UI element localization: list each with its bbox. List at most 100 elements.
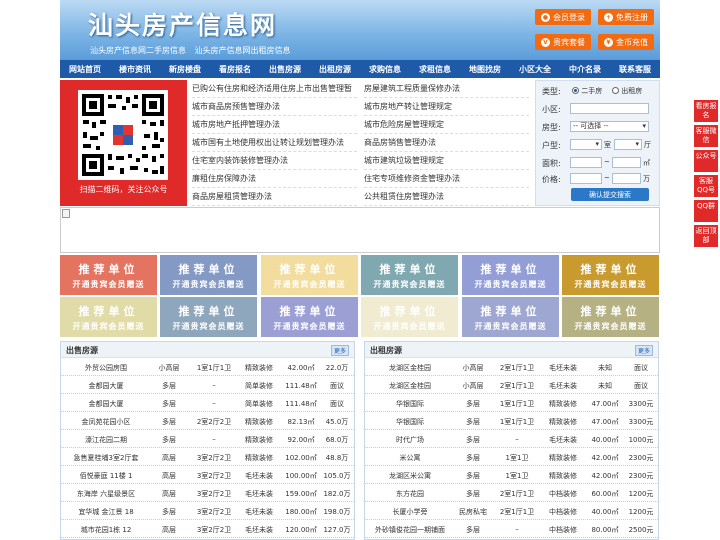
area-max-input[interactable] bbox=[612, 157, 641, 168]
recommended-unit-tile[interactable]: 推荐单位 开通贵宾会员赠送 bbox=[462, 297, 559, 337]
nav-map-search[interactable]: 地图找房 bbox=[460, 60, 510, 78]
policy-link[interactable]: 住宅专项维修资金管理办法 bbox=[364, 170, 529, 188]
more-button[interactable]: 更多 bbox=[330, 345, 349, 356]
nav-wanted-rent[interactable]: 求租信息 bbox=[410, 60, 460, 78]
listing-row[interactable]: 龙湖区金桂园 小高层 2室1厅1卫 毛坯未装 未知 面议 bbox=[365, 359, 658, 376]
coin-recharge-button[interactable]: ¥ 金币充值 bbox=[598, 34, 654, 50]
listing-name[interactable]: 城市花园1栋 12 bbox=[63, 525, 149, 535]
nav-for-rent[interactable]: 出租房源 bbox=[310, 60, 360, 78]
vip-package-button[interactable]: V 贵宾套餐 bbox=[535, 34, 591, 50]
listing-name[interactable]: 佰悦豪庭 11楼 1 bbox=[63, 471, 149, 481]
nav-new-homes[interactable]: 新房楼盘 bbox=[160, 60, 210, 78]
policy-link[interactable]: 房屋建筑工程质量保修办法 bbox=[364, 80, 529, 98]
listing-row[interactable]: 城市花园1栋 12 高层 3室2厅2卫 毛坯未装 120.00㎡ 127.0万 bbox=[61, 521, 354, 538]
recommended-unit-tile[interactable]: 推荐单位 开通贵宾会员赠送 bbox=[60, 255, 157, 295]
listing-name[interactable]: 外砂镇俊花园一期铺面 bbox=[367, 525, 453, 535]
area-min-input[interactable] bbox=[570, 157, 602, 168]
listing-row[interactable]: 华银国际 多层 1室1厅1卫 精致装修 47.00㎡ 3300元 bbox=[365, 395, 658, 412]
side-service-wechat[interactable]: 客服微信 bbox=[694, 125, 718, 147]
policy-link[interactable]: 城市房地产转让管理规定 bbox=[364, 98, 529, 116]
policy-link[interactable]: 商品房屋租赁管理办法 bbox=[192, 188, 357, 206]
recommended-unit-tile[interactable]: 推荐单位 开通贵宾会员赠送 bbox=[562, 255, 659, 295]
price-max-input[interactable] bbox=[612, 173, 641, 184]
listing-row[interactable]: 外砂镇俊花园一期铺面 多层 – 中档装修 80.00㎡ 2500元 bbox=[365, 521, 658, 538]
side-qq-group[interactable]: QQ群 bbox=[694, 200, 718, 222]
side-viewing-signup[interactable]: 看房报名 bbox=[694, 100, 718, 122]
nav-communities[interactable]: 小区大全 bbox=[510, 60, 560, 78]
side-official-account[interactable]: 公众号 bbox=[694, 150, 718, 172]
listing-row[interactable]: 急售夏桂埔3室2厅套 高层 3室2厅2卫 精致装修 102.00㎡ 48.8万 bbox=[61, 449, 354, 466]
recommended-unit-tile[interactable]: 推荐单位 开通贵宾会员赠送 bbox=[462, 255, 559, 295]
recommended-unit-tile[interactable]: 推荐单位 开通贵宾会员赠送 bbox=[361, 255, 458, 295]
recommended-unit-tile[interactable]: 推荐单位 开通贵宾会员赠送 bbox=[160, 297, 257, 337]
nav-wanted-buy[interactable]: 求购信息 bbox=[360, 60, 410, 78]
hall-select[interactable]: ▾ bbox=[614, 139, 642, 150]
policy-link[interactable]: 城市建筑垃圾管理规定 bbox=[364, 152, 529, 170]
policy-link[interactable]: 城市房地产抵押管理办法 bbox=[192, 116, 357, 134]
listing-name[interactable]: 米公寓 bbox=[367, 453, 453, 463]
room-select[interactable]: ▾ bbox=[570, 139, 602, 150]
listing-row[interactable]: 龙湖区米公寓 多层 1室1卫 精致装修 42.00㎡ 2300元 bbox=[365, 467, 658, 484]
listing-name[interactable]: 急售夏桂埔3室2厅套 bbox=[63, 453, 149, 463]
listing-row[interactable]: 金都园大厦 多层 – 简单装修 111.48㎡ 面议 bbox=[61, 395, 354, 412]
recommended-unit-tile[interactable]: 推荐单位 开通贵宾会员赠送 bbox=[361, 297, 458, 337]
recommended-unit-tile[interactable]: 推荐单位 开通贵宾会员赠送 bbox=[261, 297, 358, 337]
nav-viewing-signup[interactable]: 看房报名 bbox=[210, 60, 260, 78]
side-back-to-top[interactable]: 返回顶部 bbox=[694, 225, 718, 247]
listing-name[interactable]: 华银国际 bbox=[367, 399, 453, 409]
nav-contact-support[interactable]: 联系客服 bbox=[610, 60, 660, 78]
listing-row[interactable]: 佰悦豪庭 11楼 1 高层 3室2厅2卫 毛坯未装 100.00㎡ 105.0万 bbox=[61, 467, 354, 484]
policy-link[interactable]: 住宅室内装饰装修管理办法 bbox=[192, 152, 357, 170]
house-type-select[interactable]: -- 可选择 -- ▾ bbox=[570, 121, 649, 132]
listing-row[interactable]: 龙湖区金桂园 小高层 2室1厅1卫 毛坯未装 未知 面议 bbox=[365, 377, 658, 394]
listing-row[interactable]: 金凤苑花园小区 多层 2室2厅2卫 精致装修 82.13㎡ 45.0万 bbox=[61, 413, 354, 430]
recommended-unit-tile[interactable]: 推荐单位 开通贵宾会员赠送 bbox=[261, 255, 358, 295]
listing-name[interactable]: 时代广场 bbox=[367, 435, 453, 445]
listing-name[interactable]: 东海岸 六星级景区 bbox=[63, 489, 149, 499]
listing-name[interactable]: 龙湖区金桂园 bbox=[367, 381, 453, 391]
nav-agencies[interactable]: 中介名录 bbox=[560, 60, 610, 78]
policy-link[interactable]: 公共租赁住房管理办法 bbox=[364, 188, 529, 206]
listing-row[interactable]: 长厦小学旁 民房私宅 2室1厅1卫 中档装修 40.00㎡ 1200元 bbox=[365, 503, 658, 520]
side-service-qq[interactable]: 客服QQ号 bbox=[694, 175, 718, 197]
listing-name[interactable]: 金都园大厦 bbox=[63, 399, 149, 409]
member-login-button[interactable]: ● 会员登录 bbox=[535, 9, 591, 25]
policy-link[interactable]: 商品房销售管理办法 bbox=[364, 134, 529, 152]
nav-for-sale[interactable]: 出售房源 bbox=[260, 60, 310, 78]
nav-news[interactable]: 楼市资讯 bbox=[110, 60, 160, 78]
type-radio-rental[interactable]: 出租房 bbox=[612, 86, 642, 96]
listing-row[interactable]: 宜华城 金江景 18 多层 3室2厅2卫 毛坯未装 180.00㎡ 198.0万 bbox=[61, 503, 354, 520]
community-input[interactable] bbox=[570, 103, 649, 114]
type-radio-resale[interactable]: 二手房 bbox=[572, 86, 602, 96]
listing-name[interactable]: 外贸公园房围 bbox=[63, 363, 149, 373]
listing-name[interactable]: 华银国际 bbox=[367, 417, 453, 427]
search-submit-button[interactable]: 确认提交搜索 bbox=[571, 188, 649, 201]
listing-row[interactable]: 濠江花园二期 多层 – 精致装修 92.00㎡ 68.0万 bbox=[61, 431, 354, 448]
listing-row[interactable]: 时代广场 多层 – 毛坯未装 40.00㎡ 1000元 bbox=[365, 431, 658, 448]
listing-row[interactable]: 东海岸 六星级景区 高层 3室2厅2卫 毛坯未装 159.00㎡ 182.0万 bbox=[61, 485, 354, 502]
listing-row[interactable]: 金都园大厦 多层 – 简单装修 111.48㎡ 面议 bbox=[61, 377, 354, 394]
banner-ad[interactable] bbox=[60, 207, 660, 253]
listing-name[interactable]: 龙湖区金桂园 bbox=[367, 363, 453, 373]
listing-name[interactable]: 龙湖区米公寓 bbox=[367, 471, 453, 481]
listing-name[interactable]: 宜华城 金江景 18 bbox=[63, 507, 149, 517]
listing-name[interactable]: 长厦小学旁 bbox=[367, 507, 453, 517]
policy-link[interactable]: 城市危险房屋管理规定 bbox=[364, 116, 529, 134]
listing-row[interactable]: 米公寓 多层 1室1卫 精致装修 42.00㎡ 2300元 bbox=[365, 449, 658, 466]
listing-name[interactable]: 金凤苑花园小区 bbox=[63, 417, 149, 427]
recommended-unit-tile[interactable]: 推荐单位 开通贵宾会员赠送 bbox=[60, 297, 157, 337]
policy-link[interactable]: 城市国有土地使用权出让转让规划管理办法 bbox=[192, 134, 357, 152]
policy-link[interactable]: 城市商品房预售管理办法 bbox=[192, 98, 357, 116]
listing-name[interactable]: 濠江花园二期 bbox=[63, 435, 149, 445]
policy-link[interactable]: 已购公有住房和经济适用住房上市出售管理暂 bbox=[192, 80, 357, 98]
listing-row[interactable]: 外贸公园房围 小高层 1室1厅1卫 精致装修 42.00㎡ 22.0万 bbox=[61, 359, 354, 376]
nav-home[interactable]: 网站首页 bbox=[60, 60, 110, 78]
price-min-input[interactable] bbox=[570, 173, 602, 184]
listing-row[interactable]: 东方花园 多层 2室1厅1卫 中档装修 60.00㎡ 1200元 bbox=[365, 485, 658, 502]
listing-row[interactable]: 华银国际 多层 1室1厅1卫 精致装修 47.00㎡ 3300元 bbox=[365, 413, 658, 430]
policy-link[interactable]: 廉租住房保障办法 bbox=[192, 170, 357, 188]
recommended-unit-tile[interactable]: 推荐单位 开通贵宾会员赠送 bbox=[562, 297, 659, 337]
more-button[interactable]: 更多 bbox=[634, 345, 653, 356]
listing-name[interactable]: 金都园大厦 bbox=[63, 381, 149, 391]
site-title[interactable]: 汕头房产信息网 bbox=[88, 6, 277, 42]
